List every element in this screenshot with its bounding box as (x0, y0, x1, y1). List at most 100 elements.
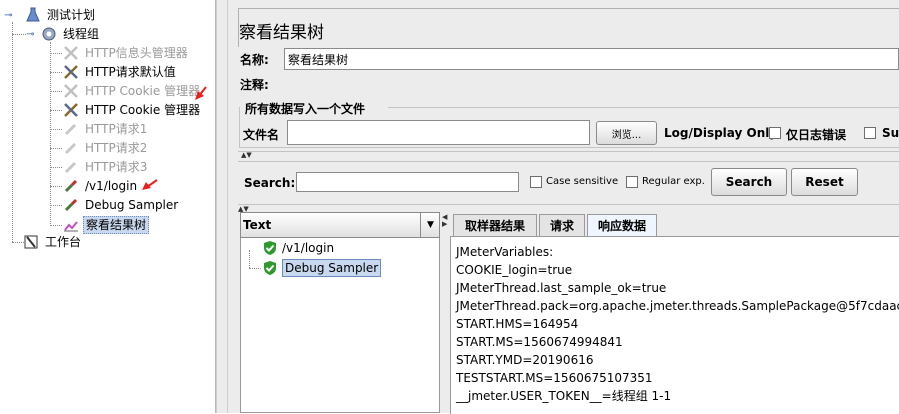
log-display-only-label: Log/Display Only: (664, 126, 782, 140)
tab-response-data[interactable]: 响应数据 (587, 214, 657, 236)
tree-item-label: HTTP信息头管理器 (85, 46, 188, 60)
tree-line (249, 250, 250, 268)
title-area (238, 8, 899, 47)
search-input[interactable] (296, 172, 519, 192)
response-line: START.YMD=20190616 (456, 353, 594, 367)
expand-toggle-icon[interactable]: ⊸ (4, 11, 13, 21)
annotation-arrow-icon (142, 179, 158, 190)
tree-item-label: 测试计划 (47, 8, 96, 22)
tree-item-label: HTTP Cookie 管理器 (85, 103, 201, 117)
tree-item-cookie-manager-2[interactable]: HTTP Cookie 管理器 (62, 101, 202, 119)
tree-item-thread-group[interactable]: 线程组 (40, 25, 101, 43)
sample-item-label: /v1/login (282, 241, 335, 255)
tree-line (50, 42, 51, 226)
tree-line (50, 53, 62, 54)
errors-only-label: 仅日志错误 (786, 128, 847, 142)
errors-only-checkbox[interactable] (769, 127, 781, 139)
pipette-icon (62, 158, 80, 176)
tree-item-label: HTTP Cookie 管理器 (85, 84, 201, 98)
tree-line (50, 110, 62, 111)
tree-line (50, 225, 62, 226)
tree-line (50, 91, 62, 92)
regular-exp-checkbox[interactable] (626, 176, 638, 188)
tree-item-header-manager[interactable]: HTTP信息头管理器 (62, 44, 190, 62)
gear-icon (40, 25, 58, 43)
tree-item-http-request-3[interactable]: HTTP请求3 (62, 158, 149, 176)
reset-button[interactable]: Reset (791, 168, 858, 196)
response-line: START.MS=1560674994841 (456, 335, 623, 349)
tree-line (12, 22, 13, 242)
page-title: 察看结果树 (239, 23, 324, 43)
tree-line (50, 129, 62, 130)
wrench-scissors-icon (62, 82, 80, 100)
wrench-scissors-icon (62, 63, 80, 81)
pane-splitter[interactable] (216, 0, 228, 413)
flask-icon (24, 6, 42, 24)
response-line: JMeterThread.last_sample_ok=true (456, 281, 667, 295)
response-line: COOKIE_login=true (456, 263, 573, 277)
collapse-arrows-icon[interactable]: ◀ ▶ (442, 214, 447, 228)
file-section-divider (388, 107, 899, 108)
tree-item-label: 线程组 (63, 27, 100, 41)
collapse-arrows-icon[interactable]: ▲▼ (241, 151, 252, 159)
response-line: START.HMS=164954 (456, 317, 579, 331)
annotation-arrow-icon (195, 86, 207, 100)
response-line: __jmeter.USER_TOKEN__=线程组 1-1 (456, 389, 672, 403)
tree-line (249, 268, 261, 269)
tree-item-request-defaults[interactable]: HTTP请求默认值 (62, 63, 178, 81)
tree-item-http-request-1[interactable]: HTTP请求1 (62, 120, 149, 138)
chevron-down-icon[interactable]: ▼ (420, 213, 440, 237)
split-divider[interactable] (238, 151, 899, 157)
tree-item-label: HTTP请求默认值 (85, 65, 176, 79)
renderer-select-value: Text (243, 218, 272, 232)
name-label: 名称: (240, 53, 269, 67)
tree-item-login-request[interactable]: /v1/login (62, 177, 139, 195)
pipette-icon (62, 196, 80, 214)
tree-item-label: HTTP请求2 (85, 141, 148, 155)
expand-toggle-icon[interactable]: ⊸ (26, 30, 35, 40)
tree-item-test-plan[interactable]: 测试计划 (24, 6, 97, 24)
tree-item-label: 察看结果树 (83, 216, 150, 234)
tree-line (50, 72, 62, 73)
filename-input[interactable] (287, 120, 590, 145)
successes-checkbox[interactable] (864, 127, 876, 139)
case-sensitive-checkbox[interactable] (530, 176, 542, 188)
workbench-icon (22, 233, 40, 251)
pipette-icon (62, 139, 80, 157)
tree-item-label: HTTP请求1 (85, 122, 148, 136)
search-button[interactable]: Search (711, 168, 787, 196)
response-line: JMeterThread.pack=org.apache.jmeter.thre… (456, 299, 899, 313)
tab-request[interactable]: 请求 (539, 214, 585, 236)
results-splitter[interactable] (441, 212, 450, 413)
tree-item-cookie-manager-1[interactable]: HTTP Cookie 管理器 (62, 82, 202, 100)
comment-label: 注释: (240, 78, 269, 92)
tree-item-label: Debug Sampler (85, 198, 179, 212)
comment-field[interactable] (284, 74, 899, 90)
case-sensitive-label: Case sensitive (546, 176, 619, 187)
name-input[interactable] (284, 48, 899, 70)
tab-sampler-result[interactable]: 取样器结果 (453, 214, 537, 236)
test-plan-tree[interactable]: ⊸ ⊸ 测试计划 线程组 HTTP信息头管理器 HTTP请求默认值 HTTP C… (0, 0, 216, 413)
pipette-icon (62, 177, 80, 195)
response-line: TESTSTART.MS=1560675107351 (456, 371, 653, 385)
response-line: JMeterVariables: (456, 245, 554, 259)
pipette-icon (62, 120, 80, 138)
tree-item-view-results-tree[interactable]: 察看结果树 (62, 216, 150, 234)
sample-item-debug-sampler[interactable]: Debug Sampler (262, 259, 382, 277)
tree-item-debug-sampler[interactable]: Debug Sampler (62, 196, 180, 214)
tree-line (50, 186, 62, 187)
search-label: Search: (244, 176, 296, 190)
wrench-scissors-icon (62, 44, 80, 62)
wrench-scissors-icon (62, 101, 80, 119)
tree-line (50, 167, 62, 168)
tree-item-http-request-2[interactable]: HTTP请求2 (62, 139, 149, 157)
file-section-title: 所有数据写入一个文件 (245, 102, 366, 116)
filename-label: 文件名 (243, 128, 280, 142)
sample-item-label: Debug Sampler (282, 259, 382, 277)
sample-item-login[interactable]: /v1/login (262, 240, 334, 256)
tree-item-label: 工作台 (45, 235, 82, 249)
regular-exp-label: Regular exp. (642, 176, 705, 187)
browse-button[interactable]: 浏览... (596, 121, 657, 145)
tree-item-workbench[interactable]: 工作台 (22, 233, 83, 251)
success-shield-icon (264, 261, 276, 275)
